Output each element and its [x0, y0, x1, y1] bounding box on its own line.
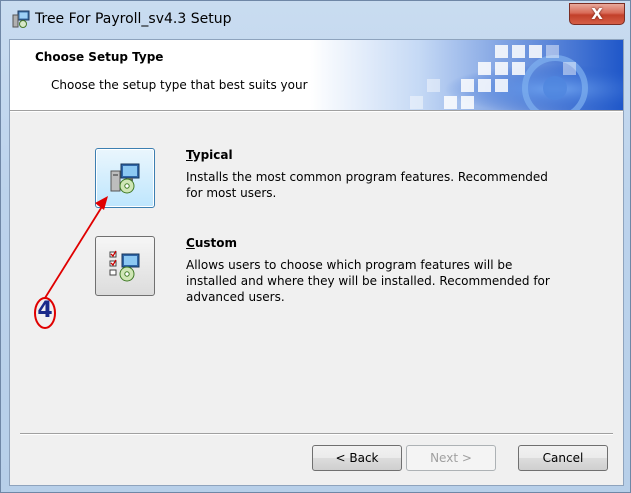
back-button[interactable]: < Back [312, 445, 402, 471]
banner-divider [10, 110, 623, 112]
banner-graphic [310, 40, 623, 110]
title-bar[interactable]: Tree For Payroll_sv4.3 Setup X [1, 1, 631, 39]
custom-option-description: Allows users to choose which program fea… [186, 258, 550, 304]
next-button[interactable]: Next > [406, 445, 496, 471]
close-button[interactable]: X [569, 3, 625, 25]
typical-option-title: Typical [186, 148, 233, 162]
page-subtitle: Choose the setup type that best suits yo… [51, 78, 348, 92]
window-title: Tree For Payroll_sv4.3 Setup [35, 11, 232, 27]
dialog-body: Choose Setup Type Choose the setup type … [9, 39, 624, 486]
page-title: Choose Setup Type [35, 50, 164, 64]
annotation-step-number: 4 [37, 298, 53, 323]
typical-install-icon [110, 163, 140, 194]
custom-install-icon [109, 250, 140, 282]
header-banner: Choose Setup Type Choose the setup type … [10, 40, 623, 110]
cancel-button[interactable]: Cancel [518, 445, 608, 471]
close-icon: X [591, 5, 603, 23]
installer-app-icon [12, 10, 30, 28]
typical-option-description: Installs the most common program feature… [186, 170, 548, 200]
custom-setup-button[interactable] [95, 236, 155, 296]
button-bar-divider [20, 433, 613, 435]
typical-setup-button[interactable] [95, 148, 155, 208]
custom-option-title: Custom [186, 236, 237, 250]
setup-window: Tree For Payroll_sv4.3 Setup X Choose Se… [0, 0, 631, 493]
